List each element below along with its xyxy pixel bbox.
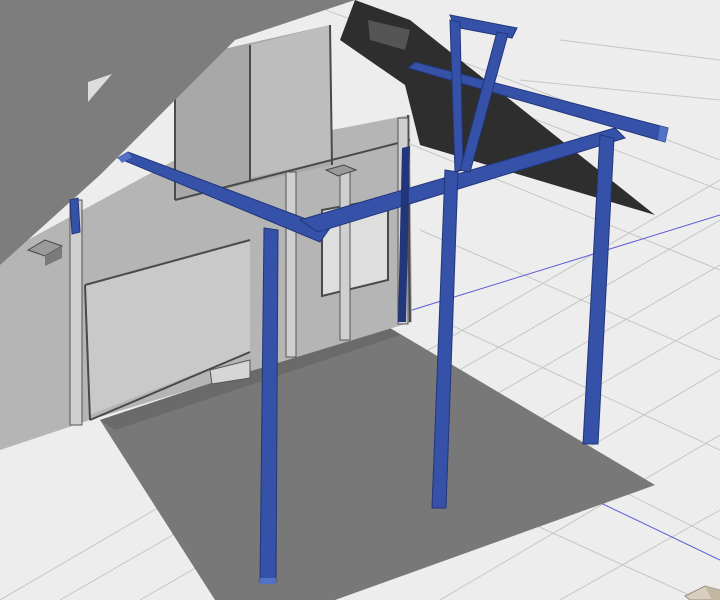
3d-model-viewport[interactable]	[0, 0, 720, 600]
wall-ledger-beam	[69, 197, 81, 235]
view-cube-corner[interactable]	[684, 585, 720, 600]
